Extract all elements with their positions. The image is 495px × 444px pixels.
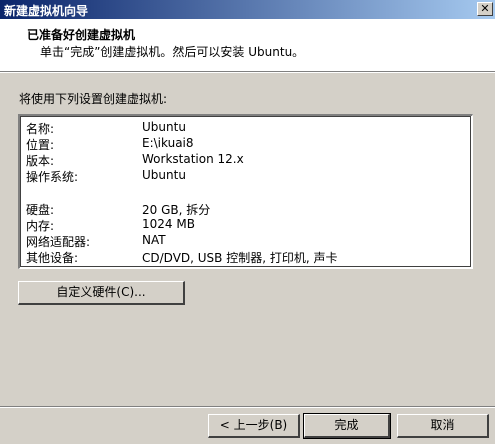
summary-value: CD/DVD, USB 控制器, 打印机, 声卡 <box>142 251 338 265</box>
cancel-button[interactable]: 取消 <box>397 414 489 438</box>
summary-value: NAT <box>142 233 166 247</box>
summary-key: 名称: <box>26 122 55 136</box>
window-title: 新建虚拟机向导 <box>4 4 89 18</box>
summary-key: 内存: <box>26 219 55 233</box>
summary-key: 其他设备: <box>26 251 79 265</box>
summary-key: 操作系统: <box>26 170 79 184</box>
summary-value: 20 GB, 拆分 <box>142 203 211 217</box>
summary-value: Ubuntu <box>142 120 186 134</box>
summary-row-memory: 内存: 1024 MB <box>26 217 466 233</box>
title-bar: 新建虚拟机向导 ✕ <box>0 0 495 19</box>
customize-hardware-button[interactable]: 自定义硬件(C)... <box>18 281 185 305</box>
close-icon: ✕ <box>480 2 490 15</box>
summary-row-location: 位置: E:\ikuai8 <box>26 136 466 152</box>
summary-row-name: 名称: Ubuntu <box>26 120 466 136</box>
footer-divider <box>0 406 495 408</box>
summary-key: 位置: <box>26 138 55 152</box>
summary-row-network: 网络适配器: NAT <box>26 233 466 249</box>
summary-row-disk: 硬盘: 20 GB, 拆分 <box>26 201 466 217</box>
summary-row-version: 版本: Workstation 12.x <box>26 152 466 168</box>
back-button[interactable]: < 上一步(B) <box>208 414 300 438</box>
summary-value: Workstation 12.x <box>142 152 244 166</box>
summary-value: Ubuntu <box>142 168 186 182</box>
summary-key: 网络适配器: <box>26 235 91 249</box>
summary-value: E:\ikuai8 <box>142 136 194 150</box>
intro-label: 将使用下列设置创建虚拟机: <box>19 92 168 106</box>
summary-row-other-devices: 其他设备: CD/DVD, USB 控制器, 打印机, 声卡 <box>26 249 466 265</box>
wizard-header: 已准备好创建虚拟机 单击“完成”创建虚拟机。然后可以安装 Ubuntu。 <box>0 19 495 72</box>
summary-value: 1024 MB <box>142 217 195 231</box>
summary-key: 版本: <box>26 154 55 168</box>
summary-row-os: 操作系统: Ubuntu <box>26 168 466 184</box>
header-subtitle: 单击“完成”创建虚拟机。然后可以安装 Ubuntu。 <box>40 45 305 59</box>
settings-summary-box[interactable]: 名称: Ubuntu 位置: E:\ikuai8 版本: Workstation… <box>18 114 473 269</box>
header-title: 已准备好创建虚拟机 <box>27 28 136 42</box>
summary-key: 硬盘: <box>26 203 55 217</box>
finish-button[interactable]: 完成 <box>303 413 391 439</box>
header-divider <box>0 72 495 73</box>
close-button[interactable]: ✕ <box>477 2 493 16</box>
